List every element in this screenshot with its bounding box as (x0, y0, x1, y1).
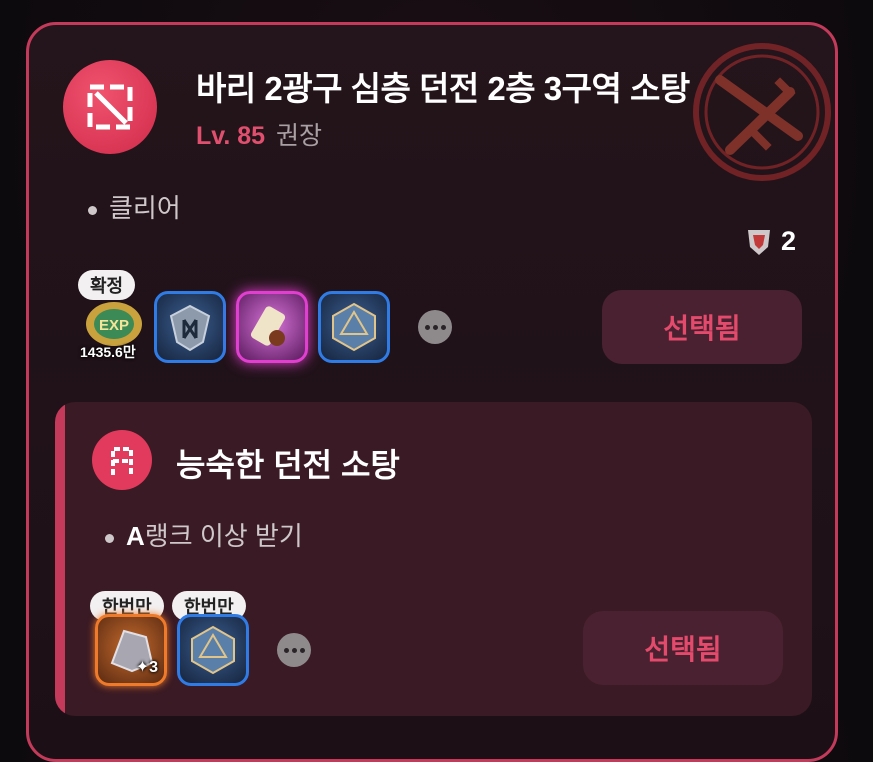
dot-icon (283, 647, 289, 653)
rank-a-icon (92, 430, 152, 490)
objective-text: 랭크 이상 받기 (144, 521, 303, 551)
scroll-icon (250, 306, 286, 346)
bullet-icon (88, 205, 97, 215)
rune-crystal-icon (169, 304, 211, 352)
count-value: 2 (781, 226, 797, 256)
sub-quest-objective: A랭크 이상 받기 (105, 516, 303, 553)
quest-objective: 클리어 (88, 188, 181, 225)
level-value: Lv. 85 (196, 122, 266, 150)
reward-scroll[interactable] (236, 291, 308, 363)
selected-button[interactable]: 선택됨 (602, 290, 802, 364)
quest-type-icon (63, 60, 157, 154)
letter-a-pixel-icon (111, 447, 133, 475)
quest-title: 바리 2광구 심층 던전 2층 3구역 소탕 (196, 70, 690, 107)
dot-icon (432, 324, 438, 330)
crossed-swords-emblem-icon (693, 43, 831, 181)
dot-icon (291, 647, 297, 653)
more-rewards-button[interactable] (277, 633, 311, 667)
entry-count: 2 (745, 226, 796, 257)
rank-letter: A (126, 521, 145, 551)
more-rewards-button[interactable] (418, 310, 452, 344)
reward-dice[interactable] (318, 291, 390, 363)
sub-quest-title: 능숙한 던전 소탕 (176, 447, 400, 483)
reward-exp[interactable]: EXP 1435.6만 (78, 296, 150, 368)
reward-rune-crystal[interactable] (154, 291, 226, 363)
d20-dice-icon (191, 625, 235, 675)
reward-ore[interactable]: ✦3 (95, 614, 167, 686)
no-entry-box-icon (87, 84, 133, 130)
reward-dice[interactable] (177, 614, 249, 686)
dot-icon (424, 324, 430, 330)
ore-quantity: ✦3 (135, 659, 158, 676)
selected-button[interactable]: 선택됨 (583, 611, 783, 685)
objective-text: 클리어 (109, 193, 181, 223)
mask-ticket-icon (748, 229, 770, 255)
accent-bar (55, 402, 65, 716)
exp-amount: 1435.6만 (80, 344, 136, 360)
svg-text:EXP: EXP (99, 317, 129, 334)
d20-dice-icon (332, 302, 376, 352)
bullet-icon (105, 533, 114, 543)
level-recommended-label: 권장 (275, 122, 322, 150)
dot-icon (440, 324, 446, 330)
dot-icon (299, 647, 305, 653)
recommended-level: Lv. 85 권장 (196, 116, 322, 152)
